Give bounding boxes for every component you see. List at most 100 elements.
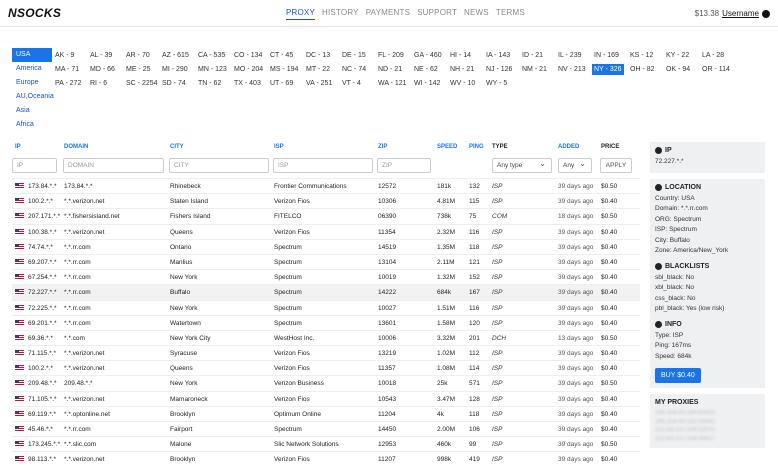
- table-row[interactable]: 173.84.*.* 173.84.*.* Rhinebeck Frontier Co…: [12, 178, 640, 193]
- column-header[interactable]: DOMAIN: [64, 144, 88, 150]
- table-row[interactable]: 98.113.*.* *.*.verizon.net Brooklyn Verizon…: [12, 451, 640, 466]
- state-item[interactable]: KY - 22: [666, 50, 689, 61]
- state-item[interactable]: MS - 194: [270, 64, 298, 75]
- state-item[interactable]: VA - 251: [306, 78, 332, 89]
- table-row[interactable]: 69.119.*.* *.*.optonline.net Brooklyn Optim…: [12, 405, 640, 421]
- state-item[interactable]: KS - 12: [630, 50, 653, 61]
- state-item[interactable]: NY - 326: [592, 64, 624, 75]
- state-item[interactable]: NE - 62: [414, 64, 438, 75]
- column-header[interactable]: PRICE: [601, 144, 619, 150]
- column-header[interactable]: CITY: [170, 144, 184, 150]
- region-item[interactable]: Europe: [12, 76, 52, 90]
- nav-terms[interactable]: TERMS: [496, 8, 525, 20]
- column-header[interactable]: TYPE: [492, 144, 508, 150]
- state-item[interactable]: RI - 6: [90, 78, 107, 89]
- table-row[interactable]: 45.46.*.* *.*.rr.com Fairport Spectrum 14450…: [12, 421, 640, 436]
- state-item[interactable]: NV - 213: [558, 64, 586, 75]
- state-item[interactable]: MA - 71: [55, 64, 79, 75]
- table-row[interactable]: 69.207.*.* *.*.rr.com Manlius Spectrum 13104…: [12, 253, 640, 269]
- state-item[interactable]: WA - 121: [378, 78, 407, 89]
- table-row[interactable]: 173.245.*.* *.*.slic.com Malone Slic Networ…: [12, 436, 640, 451]
- my-proxy-item[interactable]: 212.83.137.159:39827: [655, 435, 760, 444]
- region-item[interactable]: Africa: [12, 118, 52, 132]
- state-item[interactable]: AL - 39: [90, 50, 112, 61]
- state-item[interactable]: UT - 69: [270, 78, 293, 89]
- added-select[interactable]: Any: [558, 157, 592, 173]
- table-row[interactable]: 71.115.*.* *.*.verizon.net Syracuse Verizon…: [12, 345, 640, 360]
- table-row[interactable]: 209.48.*.* 209.48.*.* New York Verizon Busi…: [12, 375, 640, 390]
- state-item[interactable]: VT - 4: [342, 78, 361, 89]
- state-item[interactable]: MD - 66: [90, 64, 115, 75]
- apply-button[interactable]: APPLY: [600, 158, 632, 173]
- state-item[interactable]: MI - 290: [162, 64, 188, 75]
- nav-history[interactable]: HISTORY: [322, 8, 359, 20]
- state-item[interactable]: ND - 21: [378, 64, 402, 75]
- state-item[interactable]: WV - 10: [450, 78, 475, 89]
- zip-filter-input[interactable]: ZIP: [377, 158, 431, 173]
- my-proxy-item[interactable]: 212.83.137.159:22075: [655, 426, 760, 435]
- nav-news[interactable]: NEWS: [464, 8, 489, 20]
- city-filter-input[interactable]: CITY: [169, 158, 269, 173]
- state-item[interactable]: AR - 70: [126, 50, 150, 61]
- state-item[interactable]: DC - 13: [306, 50, 330, 61]
- region-item[interactable]: Asia: [12, 104, 52, 118]
- type-select[interactable]: Any type: [492, 157, 552, 173]
- state-item[interactable]: AK - 9: [55, 50, 74, 61]
- my-proxy-item[interactable]: 195.154.40.192:33342: [655, 418, 760, 427]
- state-item[interactable]: NC - 74: [342, 64, 366, 75]
- column-header[interactable]: ISP: [274, 144, 284, 150]
- table-row[interactable]: 69.201.*.* *.*.rr.com Watertown Spectrum 136…: [12, 314, 640, 330]
- state-item[interactable]: SC - 2254: [126, 78, 158, 89]
- region-item[interactable]: USA: [12, 48, 52, 62]
- state-item[interactable]: WI - 142: [414, 78, 440, 89]
- nav-payments[interactable]: PAYMENTS: [366, 8, 410, 20]
- table-row[interactable]: 72.225.*.* *.*.rr.com New York Spectrum 1002…: [12, 299, 640, 315]
- state-item[interactable]: IL - 239: [558, 50, 581, 61]
- state-item[interactable]: NH - 21: [450, 64, 474, 75]
- column-header[interactable]: ADDED: [558, 144, 579, 150]
- region-item[interactable]: AU,Oceania: [12, 90, 54, 104]
- state-item[interactable]: DE - 15: [342, 50, 366, 61]
- state-item[interactable]: OR - 114: [702, 64, 730, 75]
- state-item[interactable]: MT - 22: [306, 64, 330, 75]
- table-row[interactable]: 69.36.*.* *.*.com New York City WestHost In…: [12, 329, 640, 345]
- state-item[interactable]: HI - 14: [450, 50, 471, 61]
- ip-filter-input[interactable]: IP: [12, 158, 57, 173]
- domain-filter-input[interactable]: DOMAIN: [63, 158, 164, 173]
- column-header[interactable]: IP: [15, 144, 21, 150]
- state-item[interactable]: ME - 25: [126, 64, 151, 75]
- state-item[interactable]: CT - 45: [270, 50, 293, 61]
- state-item[interactable]: CO - 134: [234, 50, 262, 61]
- state-item[interactable]: PA - 272: [55, 78, 81, 89]
- table-row[interactable]: 100.38.*.* *.*.verizon.net Queens Verizon F…: [12, 223, 640, 239]
- table-row[interactable]: 71.105.*.* *.*.verizon.net Mamaroneck Veriz…: [12, 390, 640, 406]
- table-row[interactable]: 74.74.*.* *.*.rr.com Ontario Spectrum 14519 1…: [12, 238, 640, 254]
- state-item[interactable]: GA - 460: [414, 50, 442, 61]
- state-item[interactable]: MN - 123: [198, 64, 227, 75]
- logo[interactable]: NSOCKS: [8, 6, 61, 20]
- column-header[interactable]: PING: [469, 144, 484, 150]
- table-row[interactable]: 100.2.*.* *.*.verizon.net Staten Island Ver…: [12, 193, 640, 208]
- state-item[interactable]: NJ - 126: [486, 64, 512, 75]
- state-item[interactable]: MO - 204: [234, 64, 263, 75]
- state-item[interactable]: IA - 143: [486, 50, 510, 61]
- state-item[interactable]: TX - 403: [234, 78, 261, 89]
- region-item[interactable]: America: [12, 62, 52, 76]
- state-item[interactable]: WY - 5: [486, 78, 507, 89]
- state-item[interactable]: AZ - 615: [162, 50, 189, 61]
- table-row[interactable]: 72.227.*.* *.*.rr.com Buffalo Spectrum 14222…: [12, 284, 640, 300]
- table-row[interactable]: 100.2.*.* *.*.verizon.net Queens Verizon Fi…: [12, 360, 640, 375]
- state-item[interactable]: CA - 535: [198, 50, 225, 61]
- state-item[interactable]: IN - 169: [594, 50, 619, 61]
- nav-support[interactable]: SUPPORT: [417, 8, 457, 20]
- nav-proxy[interactable]: PROXY: [286, 8, 316, 20]
- user-icon[interactable]: [762, 9, 770, 18]
- state-item[interactable]: LA - 28: [702, 50, 724, 61]
- column-header[interactable]: ZIP: [378, 144, 387, 150]
- buy-button[interactable]: BUY $0.40: [655, 368, 701, 383]
- state-item[interactable]: SD - 74: [162, 78, 186, 89]
- column-header[interactable]: SPEED: [437, 144, 457, 150]
- state-item[interactable]: FL - 209: [378, 50, 404, 61]
- state-item[interactable]: TN - 62: [198, 78, 221, 89]
- state-item[interactable]: NM - 21: [522, 64, 547, 75]
